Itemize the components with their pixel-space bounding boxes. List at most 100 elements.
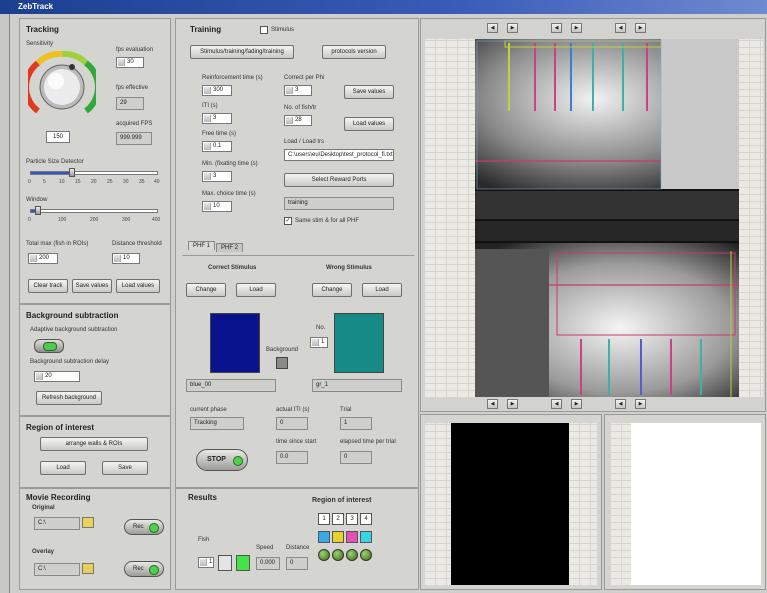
free-time-label: Free time (s) (202, 131, 237, 137)
fish-indicator-green (236, 555, 250, 571)
correct-load-button[interactable]: Load (236, 283, 276, 297)
roi-panel: Region of interest arrange walls & ROIs … (19, 416, 171, 488)
sensitivity-value[interactable]: 150 (46, 131, 70, 143)
particle-size-slider[interactable] (30, 168, 158, 177)
nav-bottom-prev-2[interactable]: ◀ (551, 399, 562, 409)
particle-size-thumb[interactable] (69, 168, 75, 177)
nav-bottom-next-3[interactable]: ▶ (635, 399, 646, 409)
stimulus-label: Stimulus (271, 27, 295, 33)
roi-led-4 (360, 549, 372, 561)
tracking-panel: Tracking Sensitivity 150 fps evaluation … (19, 18, 171, 304)
arrange-rois-button[interactable]: arrange walls & ROIs (40, 437, 148, 451)
adaptive-bg-label: Adaptive background subtraction (30, 327, 118, 333)
rec-overlay-label: Rec (133, 566, 144, 572)
iti-field[interactable]: 3 (202, 113, 232, 124)
distance-result-label: Distance (286, 545, 310, 551)
overlay-label: Overlay (32, 549, 55, 555)
wrong-load-button[interactable]: Load (362, 283, 402, 297)
nav-bottom-prev-1[interactable]: ◀ (487, 399, 498, 409)
nav-top-prev-3[interactable]: ◀ (615, 23, 626, 33)
wrong-change-button[interactable]: Change (312, 283, 352, 297)
min-fixating-field[interactable]: 3 (202, 171, 232, 182)
max-choice-field[interactable]: 10 (202, 201, 232, 212)
preview-right-image (631, 423, 761, 585)
distance-threshold-label: Distance threshold (112, 241, 162, 247)
window-slider[interactable] (30, 206, 158, 215)
correct-per-phi-field[interactable]: 3 (284, 85, 312, 96)
nav-bottom-next-1[interactable]: ▶ (507, 399, 518, 409)
nav-bottom-next-2[interactable]: ▶ (571, 399, 582, 409)
load-training-values-button[interactable]: Load values (344, 117, 394, 131)
actual-iti-label: actual ITI (s) (276, 407, 310, 413)
adaptive-bg-toggle[interactable] (34, 339, 64, 353)
no-field[interactable]: 1 (310, 337, 328, 348)
rec-original-button[interactable]: Rec (124, 519, 164, 535)
rec-original-led (149, 523, 159, 533)
correct-stimulus-swatch[interactable] (210, 313, 260, 373)
results-panel: Results Region of interest Fish 1 Speed … (175, 488, 419, 590)
preview-right-ruler (611, 423, 631, 585)
fps-eval-field[interactable]: 30 (116, 57, 144, 68)
preview-left-image (451, 423, 569, 585)
select-reward-ports-button[interactable]: Select Reward Ports (284, 173, 394, 187)
distance-threshold-field[interactable]: 10 (112, 253, 140, 264)
roi-led-2 (332, 549, 344, 561)
nav-bottom: ◀ ▶ ◀ ▶ ◀ ▶ (421, 399, 767, 411)
rec-overlay-button[interactable]: Rec (124, 561, 164, 577)
refresh-background-button[interactable]: Refresh background (36, 391, 102, 405)
roi-result-3: 3 (346, 513, 358, 525)
nav-top-prev-1[interactable]: ◀ (487, 23, 498, 33)
load-path-field[interactable]: C:\users\eu\Desktop\test_protocol_fi.txt (284, 149, 394, 161)
save-tracking-values-button[interactable]: Save values (72, 279, 112, 293)
reinforce-field[interactable]: 300 (202, 85, 232, 96)
phf-tab-1[interactable]: PHF 1 (188, 241, 216, 250)
fish-indicator-gray (218, 555, 232, 571)
protocol-select[interactable]: protocols version (322, 45, 386, 59)
background-swatch[interactable] (276, 357, 288, 369)
nav-top-next-2[interactable]: ▶ (571, 23, 582, 33)
wrong-stimulus-swatch[interactable] (334, 313, 384, 373)
window-thumb[interactable] (35, 206, 41, 215)
background-label: Background (266, 347, 299, 353)
clear-track-button[interactable]: Clear track (28, 279, 68, 293)
roi-save-button[interactable]: Save (102, 461, 148, 475)
tab-divider (182, 255, 414, 256)
speed-field: 0.000 (256, 557, 280, 570)
time-since-label: time since start (276, 439, 317, 445)
free-time-field[interactable]: 0.1 (202, 141, 232, 152)
nav-top-prev-2[interactable]: ◀ (551, 23, 562, 33)
bg-delay-field[interactable]: 20 (34, 371, 80, 382)
sensitivity-knob[interactable] (28, 51, 96, 121)
fish-field[interactable]: 1 (198, 557, 214, 568)
preview-left-ruler-r (569, 423, 597, 585)
preview-left-panel (420, 414, 602, 590)
acquired-fps-label: acquired FPS (116, 121, 153, 127)
reinforce-label: Reinforcement time (s) (202, 75, 263, 81)
stimulus-checkbox[interactable] (260, 26, 268, 34)
nav-top-next-3[interactable]: ▶ (635, 23, 646, 33)
correct-change-button[interactable]: Change (186, 283, 226, 297)
acquired-fps-field: 999.999 (116, 132, 152, 145)
load-tracking-values-button[interactable]: Load values (116, 279, 160, 293)
nfish-label: No. of fish/tr (284, 105, 317, 111)
mode-select[interactable]: Stimulus/training/fading/training (190, 45, 294, 59)
roi-load-button[interactable]: Load (40, 461, 86, 475)
speed-label: Speed (256, 545, 274, 551)
phf-tab-2[interactable]: PHF 2 (216, 243, 244, 252)
correct-per-phi-label: Correct per Phi (284, 75, 325, 81)
elapsed-label: elapsed time per trial (340, 439, 396, 445)
results-title: Results (188, 493, 217, 502)
stop-button[interactable]: STOP (196, 449, 248, 471)
nav-top-next-1[interactable]: ▶ (507, 23, 518, 33)
original-folder-icon[interactable] (82, 517, 94, 528)
overlay-path[interactable]: C:\ (34, 563, 80, 576)
time-since-field: 0.0 (276, 451, 308, 464)
nfish-field[interactable]: 28 (284, 115, 312, 126)
overlay-folder-icon[interactable] (82, 563, 94, 574)
save-training-values-button[interactable]: Save values (344, 85, 394, 99)
original-path[interactable]: C:\ (34, 517, 80, 530)
max-fish-label: Total max (fish in ROIs) (26, 241, 89, 247)
nav-bottom-prev-3[interactable]: ◀ (615, 399, 626, 409)
same-stim-checkbox[interactable]: ✓ (284, 217, 292, 225)
max-fish-field[interactable]: 200 (28, 253, 58, 264)
